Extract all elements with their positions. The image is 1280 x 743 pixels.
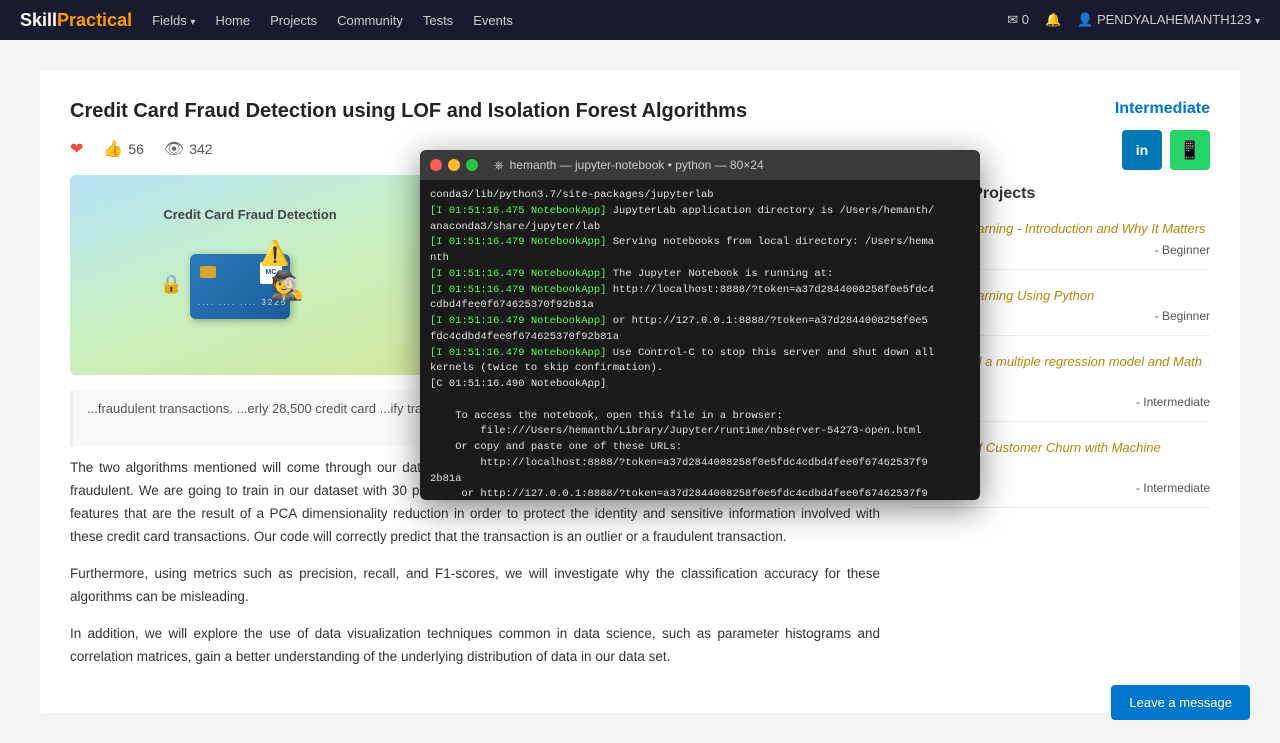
terminal-line: or http://127.0.0.1:8888/?token=a37d2844… xyxy=(430,487,970,500)
navbar: SkillPractical Fields ▾ Home Projects Co… xyxy=(0,0,1280,40)
share-linkedin-button[interactable]: in xyxy=(1122,130,1162,170)
fields-dropdown-icon: ▾ xyxy=(190,17,195,28)
terminal-line: nth xyxy=(430,251,970,267)
main-content: Intermediate in 📱 Credit Card Fraud Dete… xyxy=(40,70,1240,713)
navbar-right: ✉ 0 🔔 👤 PENDYALAHEMANTH123 ▾ xyxy=(1007,12,1260,28)
terminal-line: [I 01:51:16.479 NotebookApp] The Jupyter… xyxy=(430,267,970,283)
terminal-line: anaconda3/share/jupyter/lab xyxy=(430,220,970,236)
terminal-window: ⎈ hemanth — jupyter-notebook • python — … xyxy=(420,150,980,500)
nav-tests[interactable]: Tests xyxy=(423,13,453,28)
heart-meta: ❤ xyxy=(70,139,83,159)
terminal-body[interactable]: conda3/lib/python3.7/site-packages/jupyt… xyxy=(420,180,980,500)
terminal-title: ⎈ hemanth — jupyter-notebook • python — … xyxy=(494,158,764,173)
views-count: 342 xyxy=(189,141,212,157)
nav-events[interactable]: Events xyxy=(473,13,513,28)
navbar-left: SkillPractical Fields ▾ Home Projects Co… xyxy=(20,10,513,31)
terminal-minimize-button[interactable] xyxy=(448,159,460,171)
likes-count: 56 xyxy=(128,141,144,157)
brand-prefix: Skill xyxy=(20,10,57,30)
terminal-line: [I 01:51:16.479 NotebookApp] http://loca… xyxy=(430,283,970,299)
article-paragraph-3: In addition, we will explore the use of … xyxy=(70,623,880,669)
card-chip-graphic xyxy=(200,266,216,278)
warning-icon: ⚠️ xyxy=(260,239,290,268)
card-scene-inner: MC .... .... .... 3225 ⚠️ 🕵️ 🔒 xyxy=(160,234,340,344)
terminal-titlebar: ⎈ hemanth — jupyter-notebook • python — … xyxy=(420,150,980,180)
card-image-title: Credit Card Fraud Detection xyxy=(163,207,336,222)
terminal-line: kernels (twice to skip confirmation). xyxy=(430,361,970,377)
card-illustration: Credit Card Fraud Detection MC .... ....… xyxy=(70,175,430,375)
eye-icon: 👁 xyxy=(164,139,184,159)
terminal-line: [I 01:51:16.479 NotebookApp] or http://1… xyxy=(430,314,970,330)
terminal-line xyxy=(430,393,970,409)
terminal-line: conda3/lib/python3.7/site-packages/jupyt… xyxy=(430,188,970,204)
bell-icon[interactable]: 🔔 xyxy=(1045,12,1061,28)
nav-projects[interactable]: Projects xyxy=(270,13,317,28)
article-image: Credit Card Fraud Detection MC .... ....… xyxy=(70,175,430,375)
jupyter-icon: ⎈ xyxy=(494,158,504,173)
thumbs-up-icon[interactable]: 👍 xyxy=(103,139,123,159)
nav-community[interactable]: Community xyxy=(337,13,403,28)
lock-icon: 🔒 xyxy=(160,274,182,295)
user-dropdown-icon: ▾ xyxy=(1255,16,1260,27)
terminal-line: [I 01:51:16.479 NotebookApp] Serving not… xyxy=(430,235,970,251)
nav-fields[interactable]: Fields ▾ xyxy=(152,13,195,28)
terminal-close-button[interactable] xyxy=(430,159,442,171)
leave-message-button[interactable]: Leave a message xyxy=(1111,685,1250,720)
terminal-maximize-button[interactable] xyxy=(466,159,478,171)
terminal-line: fdc4cdbd4fee0f674625370f92b81a xyxy=(430,330,970,346)
article-badge: Intermediate xyxy=(1115,100,1210,118)
views-meta: 👁 342 xyxy=(164,139,213,159)
nav-home[interactable]: Home xyxy=(215,13,250,28)
terminal-line: To access the notebook, open this file i… xyxy=(430,409,970,425)
terminal-line: [I 01:51:16.475 NotebookApp] JupyterLab … xyxy=(430,204,970,220)
notification-icon[interactable]: ✉ 0 xyxy=(1007,12,1029,28)
article-paragraph-2: Furthermore, using metrics such as preci… xyxy=(70,563,880,609)
terminal-line: file:///Users/hemanth/Library/Jupyter/ru… xyxy=(430,424,970,440)
share-buttons: in 📱 xyxy=(1122,130,1210,170)
article-title: Credit Card Fraud Detection using LOF an… xyxy=(70,100,1210,123)
share-whatsapp-button[interactable]: 📱 xyxy=(1170,130,1210,170)
terminal-line: 2b81a xyxy=(430,472,970,488)
terminal-line: [I 01:51:16.479 NotebookApp] Use Control… xyxy=(430,346,970,362)
brand-logo[interactable]: SkillPractical xyxy=(20,10,132,31)
user-menu[interactable]: 👤 PENDYALAHEMANTH123 ▾ xyxy=(1077,12,1260,28)
brand-suffix: Practical xyxy=(57,10,132,30)
thief-icon: 🕵️ xyxy=(270,269,305,302)
terminal-line: Or copy and paste one of these URLs: xyxy=(430,440,970,456)
terminal-line: http://localhost:8888/?token=a37d2844008… xyxy=(430,456,970,472)
likes-meta: 👍 56 xyxy=(103,139,144,159)
heart-icon[interactable]: ❤ xyxy=(70,139,83,159)
terminal-line: cdbd4fee0f674625370f92b81a xyxy=(430,298,970,314)
terminal-line: [C 01:51:16.490 NotebookApp] xyxy=(430,377,970,393)
